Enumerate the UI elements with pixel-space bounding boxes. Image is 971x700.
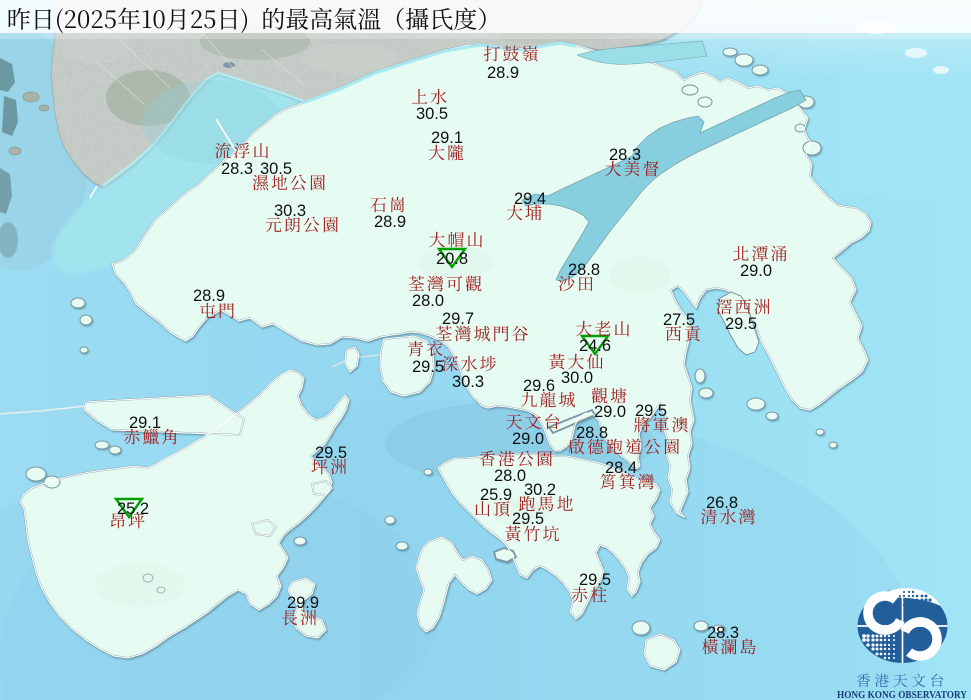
svg-text:28.3: 28.3 [609,146,641,164]
svg-text:30.3: 30.3 [452,373,484,391]
svg-text:28.9: 28.9 [193,287,225,305]
svg-text:25.9: 25.9 [480,486,512,504]
svg-text:29.9: 29.9 [287,594,319,612]
svg-text:29.5: 29.5 [579,571,611,589]
svg-text:30.2: 30.2 [524,481,556,499]
svg-text:29.0: 29.0 [740,262,772,280]
svg-text:25.2: 25.2 [117,500,149,518]
svg-text:29.6: 29.6 [523,377,555,395]
svg-text:29.1: 29.1 [129,414,161,432]
svg-text:28.9: 28.9 [487,64,519,82]
svg-text:28.3: 28.3 [707,624,739,642]
svg-text:30.5: 30.5 [416,105,448,123]
svg-text:29.5: 29.5 [315,444,347,462]
svg-text:29.1: 29.1 [431,129,463,147]
svg-text:28.4: 28.4 [605,459,637,477]
svg-text:30.0: 30.0 [561,369,593,387]
svg-text:30.5: 30.5 [260,160,292,178]
svg-text:HONG KONG OBSERVATORY: HONG KONG OBSERVATORY [837,689,967,700]
svg-text:28.0: 28.0 [412,292,444,310]
svg-text:20.8: 20.8 [436,250,468,268]
svg-text:28.8: 28.8 [576,424,608,442]
svg-text:26.8: 26.8 [706,494,738,512]
svg-text:29.4: 29.4 [514,190,546,208]
svg-text:28.3: 28.3 [221,160,253,178]
svg-text:28.0: 28.0 [494,467,526,485]
svg-text:29.5: 29.5 [725,315,757,333]
svg-text:29.5: 29.5 [412,358,444,376]
svg-text:30.3: 30.3 [274,202,306,220]
svg-text:28.9: 28.9 [374,213,406,231]
svg-text:29.5: 29.5 [635,402,667,420]
svg-text:29.5: 29.5 [512,510,544,528]
svg-text:29.7: 29.7 [442,310,474,328]
svg-text:29.0: 29.0 [594,403,626,421]
svg-text:29.0: 29.0 [512,430,544,448]
svg-text:28.8: 28.8 [568,261,600,279]
svg-text:27.5: 27.5 [663,311,695,329]
svg-text:24.6: 24.6 [579,337,611,355]
